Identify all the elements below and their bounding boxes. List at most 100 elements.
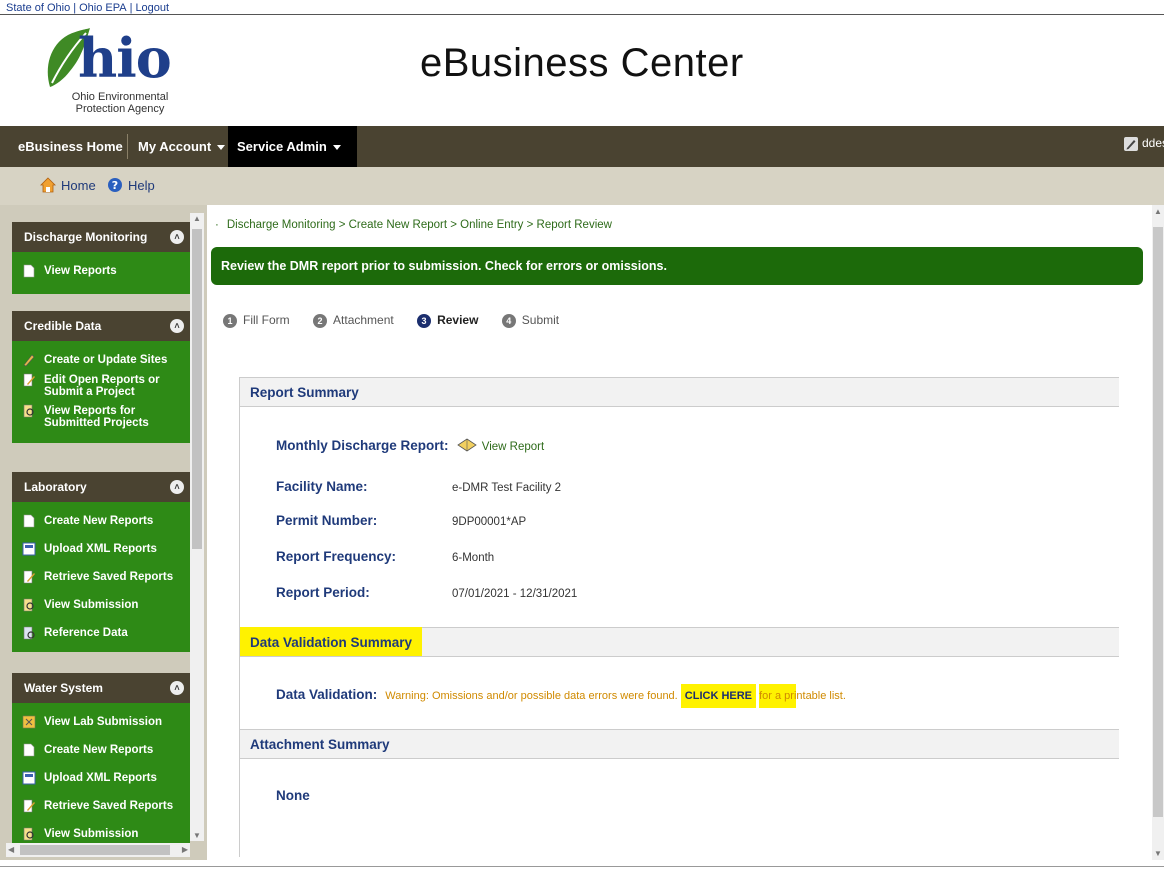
ohio-epa-logo[interactable]: hio Ohio Environmental Protection Agency: [40, 23, 172, 119]
sidebar-item-upload-xml[interactable]: Upload XML Reports: [12, 540, 190, 568]
attachment-none: None: [276, 788, 310, 803]
step-number: 2: [313, 313, 328, 328]
field-label: Facility Name:: [276, 479, 368, 494]
subnav-home-link[interactable]: Home: [40, 177, 96, 196]
step-submit[interactable]: 4 Submit: [501, 313, 559, 328]
logout-link[interactable]: Logout: [135, 2, 169, 14]
sidebar-item-ws-upload-xml[interactable]: Upload XML Reports: [12, 769, 190, 797]
scroll-up-arrow-icon[interactable]: ▲: [193, 214, 201, 223]
upload-icon: [22, 771, 36, 785]
sidebar-item-view-submission[interactable]: View Submission: [12, 596, 190, 624]
sidebar-item-label: Retrieve Saved Reports: [44, 571, 174, 583]
panel-body: Create New Reports Upload XML Reports Re…: [12, 502, 190, 652]
sidebar-item-view-reports[interactable]: View Reports: [12, 262, 190, 282]
attachment-row: None: [276, 788, 452, 803]
chevron-down-icon: [332, 145, 341, 151]
scroll-up-arrow-icon[interactable]: ▲: [1154, 207, 1162, 216]
scrollbar-thumb[interactable]: [192, 229, 202, 549]
svg-text:?: ?: [112, 179, 118, 192]
collapse-icon[interactable]: ˄: [170, 480, 184, 494]
panel-credible-data: Credible Data ˄ Create or Update Sites Ed…: [12, 311, 190, 443]
nav-account-label: My Account: [138, 139, 212, 154]
sidebar-item-label: Create or Update Sites: [44, 354, 168, 366]
view-report-link[interactable]: View Report: [456, 438, 545, 453]
reference-icon: [23, 626, 35, 640]
sidebar-item-view-submitted-projects[interactable]: View Reports for Submitted Projects: [12, 402, 190, 433]
subnav-help-link[interactable]: ? Help: [107, 177, 155, 196]
sidebar-item-label: Reference Data: [44, 627, 128, 639]
sidebar-item-ws-retrieve-saved[interactable]: Retrieve Saved Reports: [12, 797, 190, 825]
collapse-icon[interactable]: ˄: [170, 230, 184, 244]
warning-text: Warning: Omissions and/or possible data …: [385, 690, 678, 702]
sidebar-item-reference-data[interactable]: Reference Data: [12, 624, 190, 644]
field-value: e-DMR Test Facility 2: [452, 482, 562, 494]
sidebar-vertical-scrollbar[interactable]: ▲ ▼: [190, 213, 204, 841]
panel-header[interactable]: Discharge Monitoring ˄: [12, 222, 190, 252]
panel-header[interactable]: Laboratory ˄: [12, 472, 190, 502]
click-here-link[interactable]: CLICK HERE: [680, 684, 757, 708]
review-summary: Report Summary Monthly Discharge Report:…: [239, 377, 1119, 857]
step-fill-form[interactable]: 1 Fill Form: [223, 313, 290, 328]
document-icon: [23, 743, 35, 757]
document-icon: [23, 264, 35, 278]
scrollbar-thumb[interactable]: [1153, 227, 1163, 817]
scroll-down-arrow-icon[interactable]: ▼: [1154, 849, 1162, 858]
collapse-icon[interactable]: ˄: [170, 319, 184, 333]
state-of-ohio-link[interactable]: State of Ohio: [6, 2, 70, 14]
username: ddessoir: [1142, 136, 1164, 150]
breadcrumb-text[interactable]: Discharge Monitoring > Create New Report…: [227, 219, 612, 231]
nav-ebusiness-home[interactable]: eBusiness Home: [8, 126, 133, 167]
edit-icon: [23, 799, 35, 813]
search-docs-icon: [23, 827, 34, 841]
scroll-right-arrow-icon[interactable]: ▶: [182, 845, 188, 854]
step-attachment[interactable]: 2 Attachment: [313, 313, 394, 328]
sidebar-item-label: Create New Reports: [44, 744, 154, 756]
sidebar-horizontal-scrollbar[interactable]: ◀ ▶: [6, 843, 190, 857]
scroll-down-arrow-icon[interactable]: ▼: [193, 831, 201, 840]
warning-text-end: ntable list.: [796, 690, 846, 702]
panel-laboratory: Laboratory ˄ Create New Reports Upload XM…: [12, 472, 190, 652]
sidebar-item-create-new-reports[interactable]: Create New Reports: [12, 512, 190, 540]
panel-body: View Lab Submission Create New Reports U…: [12, 703, 190, 853]
sidebar-item-retrieve-saved[interactable]: Retrieve Saved Reports: [12, 568, 190, 596]
field-label: Permit Number:: [276, 513, 378, 528]
panel-header[interactable]: Water System ˄: [12, 673, 190, 703]
main-vertical-scrollbar[interactable]: ▲ ▼: [1152, 205, 1164, 860]
panel-header[interactable]: Credible Data ˄: [12, 311, 190, 341]
sidebar-item-edit-open-reports[interactable]: Edit Open Reports or Submit a Project: [12, 371, 190, 402]
collapse-icon[interactable]: ˄: [170, 681, 184, 695]
sidebar-item-label: View Reports: [44, 265, 117, 277]
sidebar-item-ws-view-submission[interactable]: View Submission: [12, 825, 190, 845]
sidebar: Discharge Monitoring ˄ View Reports Credi…: [0, 205, 207, 860]
field-label: Report Frequency:: [276, 549, 397, 564]
subnav-home-label: Home: [61, 177, 96, 193]
sidebar-item-label: View Reports for Submitted Projects: [44, 405, 149, 429]
panel-water-system: Water System ˄ View Lab Submission Create…: [12, 673, 190, 853]
sidebar-item-label: Create New Reports: [44, 515, 154, 527]
edit-icon: [23, 373, 35, 387]
sidebar-item-ws-create-new-reports[interactable]: Create New Reports: [12, 741, 190, 769]
panel-discharge-monitoring: Discharge Monitoring ˄ View Reports: [12, 222, 190, 294]
nav-my-account[interactable]: My Account: [128, 126, 235, 167]
ohio-epa-link[interactable]: Ohio EPA: [79, 2, 127, 14]
warning-text-highlighted: for a pri: [759, 684, 797, 708]
scrollbar-thumb[interactable]: [20, 845, 170, 855]
main-nav: eBusiness Home My Account Service Admin …: [0, 126, 1164, 167]
sidebar-item-view-lab-submission[interactable]: View Lab Submission: [12, 713, 190, 741]
instruction-banner: Review the DMR report prior to submissio…: [211, 247, 1143, 285]
permit-row: Permit Number: 9DP00001*AP: [276, 513, 526, 528]
step-review[interactable]: 3 Review: [417, 313, 478, 328]
user-menu[interactable]: ddessoir: [1124, 136, 1164, 151]
view-report-label: View Report: [481, 440, 545, 453]
sidebar-item-create-sites[interactable]: Create or Update Sites: [12, 351, 190, 371]
nav-service-admin[interactable]: Service Admin: [228, 126, 357, 167]
footer-divider: [0, 866, 1164, 867]
chevron-down-icon: [217, 145, 226, 151]
section-title: Attachment Summary: [250, 737, 390, 752]
progress-steps: 1 Fill Form 2 Attachment 3 Review 4 Submit: [223, 313, 579, 328]
panel-title: Discharge Monitoring: [24, 230, 148, 244]
sub-nav: Home ? Help: [0, 167, 1164, 205]
field-label: Monthly Discharge Report:: [276, 437, 449, 453]
lab-icon: [22, 715, 36, 729]
scroll-left-arrow-icon[interactable]: ◀: [8, 845, 14, 854]
